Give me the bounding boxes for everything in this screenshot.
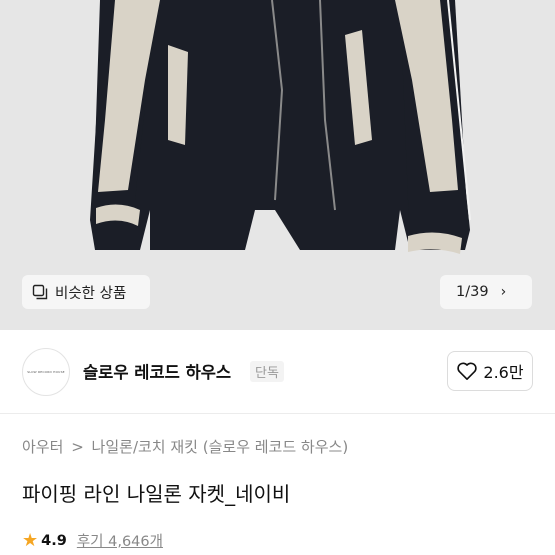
- breadcrumb-item-outer[interactable]: 아우터: [22, 438, 63, 456]
- like-button[interactable]: 2.6만: [447, 351, 533, 391]
- similar-items-icon: [32, 284, 48, 300]
- brand-name[interactable]: 슬로우 레코드 하우스: [83, 359, 231, 383]
- chevron-right-icon: ›: [500, 284, 507, 300]
- reviews-link[interactable]: 후기 4,646개: [77, 530, 163, 551]
- breadcrumb-separator: >: [71, 438, 84, 456]
- star-icon: ★: [22, 530, 39, 551]
- like-count: 2.6만: [483, 363, 524, 382]
- similar-products-label: 비슷한 상품: [55, 285, 127, 302]
- product-title: 파이핑 라인 나일론 자켓_네이비: [22, 482, 291, 506]
- brand-logo[interactable]: SLOW RECORD HOUSE: [22, 348, 70, 396]
- exclusive-badge: 단독: [250, 361, 284, 382]
- breadcrumb-item-category[interactable]: 나일론/코치 재킷 (슬로우 레코드 하우스): [92, 438, 349, 456]
- rating-score: 4.9: [41, 532, 67, 549]
- image-pager-count: 1/39: [456, 284, 489, 300]
- brand-row: SLOW RECORD HOUSE 슬로우 레코드 하우스 단독 2.6만: [0, 330, 555, 414]
- brand-logo-text: SLOW RECORD HOUSE: [27, 370, 65, 374]
- breadcrumb: 아우터 > 나일론/코치 재킷 (슬로우 레코드 하우스): [22, 436, 348, 457]
- image-pager[interactable]: 1/39 ›: [440, 275, 532, 309]
- heart-icon: [457, 362, 478, 380]
- rating-row: ★ 4.9 후기 4,646개: [22, 530, 163, 551]
- similar-products-button[interactable]: 비슷한 상품: [22, 275, 150, 309]
